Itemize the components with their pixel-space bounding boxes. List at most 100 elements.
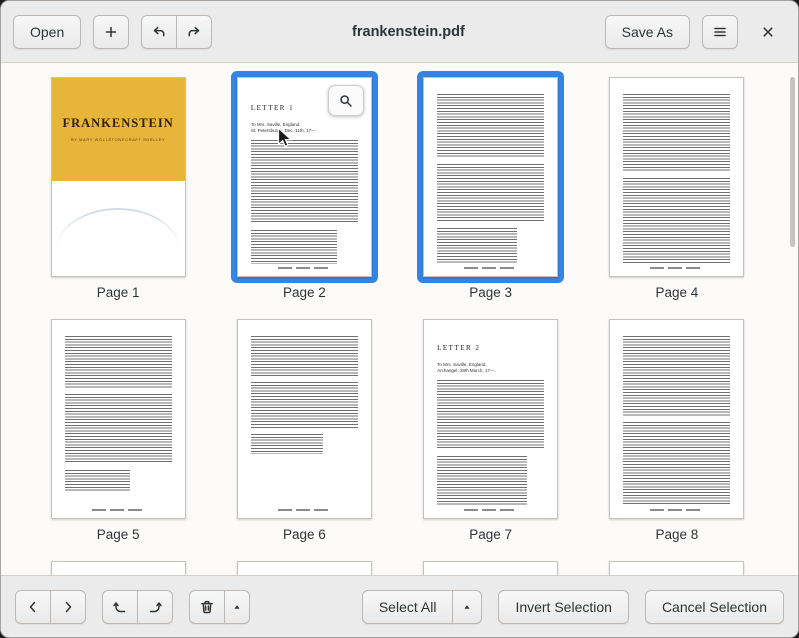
zoom-page-button[interactable] <box>327 85 364 116</box>
chevron-left-icon <box>25 599 41 615</box>
greeked-text <box>623 178 731 264</box>
greeked-text <box>437 228 518 264</box>
page-thumbnail-4[interactable] <box>603 71 750 283</box>
page-label: Page 8 <box>655 527 699 542</box>
page-thumbnail-11[interactable] <box>417 555 564 575</box>
page-preview-12 <box>609 561 745 575</box>
redo-icon <box>186 24 202 40</box>
add-pages-button[interactable] <box>93 14 130 49</box>
delete-pages-button[interactable] <box>189 589 225 624</box>
page-preview-4 <box>609 77 745 277</box>
save-as-button[interactable]: Save As <box>604 14 690 49</box>
window-title: frankenstein.pdf <box>352 23 465 40</box>
page-thumbnail-7[interactable]: Letter 2 To Mrs. Saville, England. Archa… <box>417 313 564 525</box>
page-footer <box>91 509 145 511</box>
page-preview-10 <box>236 561 372 575</box>
page-footer <box>650 267 704 269</box>
page-thumbnail-10[interactable] <box>231 555 378 575</box>
page-label: Page 6 <box>282 527 326 542</box>
app-window: Open frankenstein.pdf Save As FRANKENSTE… <box>0 0 799 638</box>
page-thumbnail-5[interactable] <box>45 313 192 525</box>
invert-selection-button[interactable]: Invert Selection <box>498 589 629 624</box>
cancel-selection-button[interactable]: Cancel Selection <box>644 589 784 624</box>
rotate-left-button[interactable] <box>102 589 138 624</box>
rotate-right-button[interactable] <box>137 589 173 624</box>
page-cell-11[interactable] <box>417 555 564 575</box>
page-footer <box>464 267 518 269</box>
page-label: Page 7 <box>469 527 513 542</box>
page-cell-8[interactable]: Page 8 <box>603 313 750 545</box>
greeked-text <box>64 394 172 464</box>
greeked-text <box>623 94 731 172</box>
trash-icon <box>199 599 215 615</box>
page-preview-6 <box>236 319 372 519</box>
main-menu-button[interactable] <box>702 14 738 49</box>
page-footer <box>464 509 518 511</box>
page-cell-6[interactable]: Page 6 <box>231 313 378 545</box>
greeked-text <box>437 456 528 506</box>
greeked-text <box>250 140 358 224</box>
header-left: Open <box>13 14 213 49</box>
greeked-text <box>64 336 172 388</box>
page-cell-10[interactable] <box>231 555 378 575</box>
page-thumbnail-12[interactable] <box>603 555 750 575</box>
letter-dateline: Archangel, 28th March, 17—. <box>437 368 496 373</box>
page-preview-5 <box>50 319 186 519</box>
page-cell-1[interactable]: Frankenstein By Mary Wollstonecraft Shel… <box>45 71 192 303</box>
page-thumbnail-3[interactable] <box>417 71 565 283</box>
page-grid-area: Frankenstein By Mary Wollstonecraft Shel… <box>1 63 798 575</box>
page-cell-2[interactable]: Letter 1 To Mrs. Saville, England. St. P… <box>230 71 378 303</box>
cover-photo <box>52 181 185 276</box>
cover-subtitle: By Mary Wollstonecraft Shelley <box>70 137 166 143</box>
page-cell-12[interactable] <box>603 555 750 575</box>
greeked-text <box>250 336 358 376</box>
navigate-group <box>15 589 86 624</box>
select-all-menu-button[interactable] <box>452 589 483 624</box>
rotate-left-icon <box>112 599 128 615</box>
delete-group <box>189 589 250 624</box>
select-all-button[interactable]: Select All <box>361 589 454 624</box>
cover-title: Frankenstein <box>62 116 174 131</box>
greeked-text <box>250 434 323 454</box>
greeked-text <box>437 164 545 222</box>
page-thumbnail-6[interactable] <box>231 313 378 525</box>
bottom-action-bar: Select All Invert Selection Cancel Selec… <box>1 575 798 637</box>
rotate-group <box>102 589 173 624</box>
previous-button[interactable] <box>15 589 51 624</box>
undo-button[interactable] <box>141 14 178 49</box>
greeked-text <box>64 470 130 492</box>
page-label: Page 3 <box>469 285 513 300</box>
page-label: Page 5 <box>96 527 140 542</box>
greeked-text <box>250 230 337 264</box>
page-thumbnail-1[interactable]: Frankenstein By Mary Wollstonecraft Shel… <box>45 71 192 283</box>
page-cell-7[interactable]: Letter 2 To Mrs. Saville, England. Archa… <box>417 313 564 545</box>
delete-options-button[interactable] <box>224 589 250 624</box>
letter-dateline: St. Petersburgh, Dec. 11th, 17—. <box>250 128 317 133</box>
page-label: Page 2 <box>282 285 326 300</box>
page-cell-4[interactable]: Page 4 <box>603 71 750 303</box>
select-all-split-button: Select All <box>361 589 483 624</box>
page-cell-9[interactable] <box>45 555 192 575</box>
header-right: Save As <box>604 14 786 49</box>
greeked-text <box>437 94 545 158</box>
open-button[interactable]: Open <box>13 14 82 49</box>
cover-banner: Frankenstein By Mary Wollstonecraft Shel… <box>51 78 185 181</box>
page-label: Page 1 <box>96 285 140 300</box>
page-thumbnail-9[interactable] <box>45 555 192 575</box>
page-cell-5[interactable]: Page 5 <box>45 313 192 545</box>
page-cell-3[interactable]: Page 3 <box>417 71 565 303</box>
page-thumbnail-8[interactable] <box>603 313 750 525</box>
page-footer <box>277 267 331 269</box>
rotate-right-icon <box>147 599 163 615</box>
greeked-text <box>250 382 358 428</box>
bridge-arch-graphic <box>56 207 180 260</box>
close-icon <box>760 24 776 40</box>
chevron-right-icon <box>60 599 76 615</box>
page-thumbnail-2[interactable]: Letter 1 To Mrs. Saville, England. St. P… <box>230 71 378 283</box>
undo-redo-group <box>141 14 213 49</box>
next-button[interactable] <box>50 589 86 624</box>
close-window-button[interactable] <box>750 15 786 49</box>
page-footer <box>650 509 704 511</box>
vertical-scrollbar[interactable] <box>790 77 795 247</box>
redo-button[interactable] <box>176 14 213 49</box>
